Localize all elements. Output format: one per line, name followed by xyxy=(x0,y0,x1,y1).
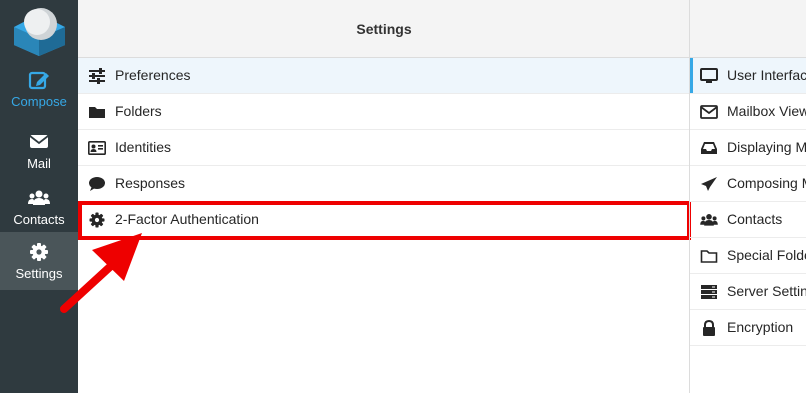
pref-item-encryption[interactable]: Encryption xyxy=(690,310,806,346)
users-icon xyxy=(700,214,718,226)
pref-item-mailbox-view[interactable]: Mailbox View xyxy=(690,94,806,130)
folder-icon xyxy=(89,107,105,118)
pref-item-label: Composing Messages xyxy=(727,175,806,191)
pref-item-composing-messages[interactable]: Composing Messages xyxy=(690,166,806,202)
contacts-button[interactable]: Contacts xyxy=(0,180,78,238)
lock-icon xyxy=(703,320,715,336)
preferences-column: User Interface Mailbox View Displaying M… xyxy=(690,0,806,393)
server-icon xyxy=(701,285,717,299)
mail-label: Mail xyxy=(27,156,51,171)
pref-item-label: Displaying Messages xyxy=(727,139,806,155)
roundcube-logo xyxy=(14,8,65,56)
pref-item-displaying-messages[interactable]: Displaying Messages xyxy=(690,130,806,166)
settings-item-identities[interactable]: Identities xyxy=(78,130,690,166)
pref-item-contacts[interactable]: Contacts xyxy=(690,202,806,238)
envelope-icon xyxy=(700,105,718,119)
compose-label: Compose xyxy=(11,94,67,109)
settings-item-preferences[interactable]: Preferences xyxy=(78,58,690,94)
inbox-icon xyxy=(701,142,717,154)
settings-column: Settings Preferences Folders Identities xyxy=(78,0,690,393)
folder-outline-icon xyxy=(700,250,718,263)
pref-item-user-interface[interactable]: User Interface xyxy=(690,58,806,94)
pref-item-label: Encryption xyxy=(727,319,794,335)
pref-item-label: User Interface xyxy=(727,67,806,83)
users-icon xyxy=(28,190,50,205)
selection-indicator xyxy=(690,58,693,93)
settings-item-label: Identities xyxy=(115,139,172,155)
annotation-highlight-box xyxy=(78,201,691,240)
preferences-header xyxy=(690,0,806,58)
id-card-icon xyxy=(88,140,106,155)
pref-item-label: Mailbox View xyxy=(727,103,806,119)
app-rail: Compose Mail Contacts Settings xyxy=(0,0,78,393)
pref-item-server-settings[interactable]: Server Settings xyxy=(690,274,806,310)
monitor-icon xyxy=(700,68,718,83)
speech-bubble-icon xyxy=(89,177,105,191)
mail-button[interactable]: Mail xyxy=(0,124,78,182)
settings-item-label: Responses xyxy=(115,175,186,191)
envelope-icon xyxy=(29,135,49,148)
pref-item-label: Special Folders xyxy=(727,247,806,263)
settings-item-label: Folders xyxy=(115,103,162,119)
compose-button[interactable]: Compose xyxy=(0,62,78,120)
pref-item-label: Contacts xyxy=(727,211,783,227)
sliders-icon xyxy=(89,68,105,84)
settings-button[interactable]: Settings xyxy=(0,232,78,290)
settings-item-label: Preferences xyxy=(115,67,191,83)
settings-item-responses[interactable]: Responses xyxy=(78,166,690,202)
settings-title: Settings xyxy=(78,0,690,58)
paper-plane-icon xyxy=(701,177,717,191)
compose-icon xyxy=(28,71,49,90)
pref-item-label: Server Settings xyxy=(727,283,806,299)
settings-label: Settings xyxy=(15,266,63,281)
contacts-label: Contacts xyxy=(13,212,65,227)
settings-item-folders[interactable]: Folders xyxy=(78,94,690,130)
pref-item-special-folders[interactable]: Special Folders xyxy=(690,238,806,274)
gear-icon xyxy=(30,243,48,261)
